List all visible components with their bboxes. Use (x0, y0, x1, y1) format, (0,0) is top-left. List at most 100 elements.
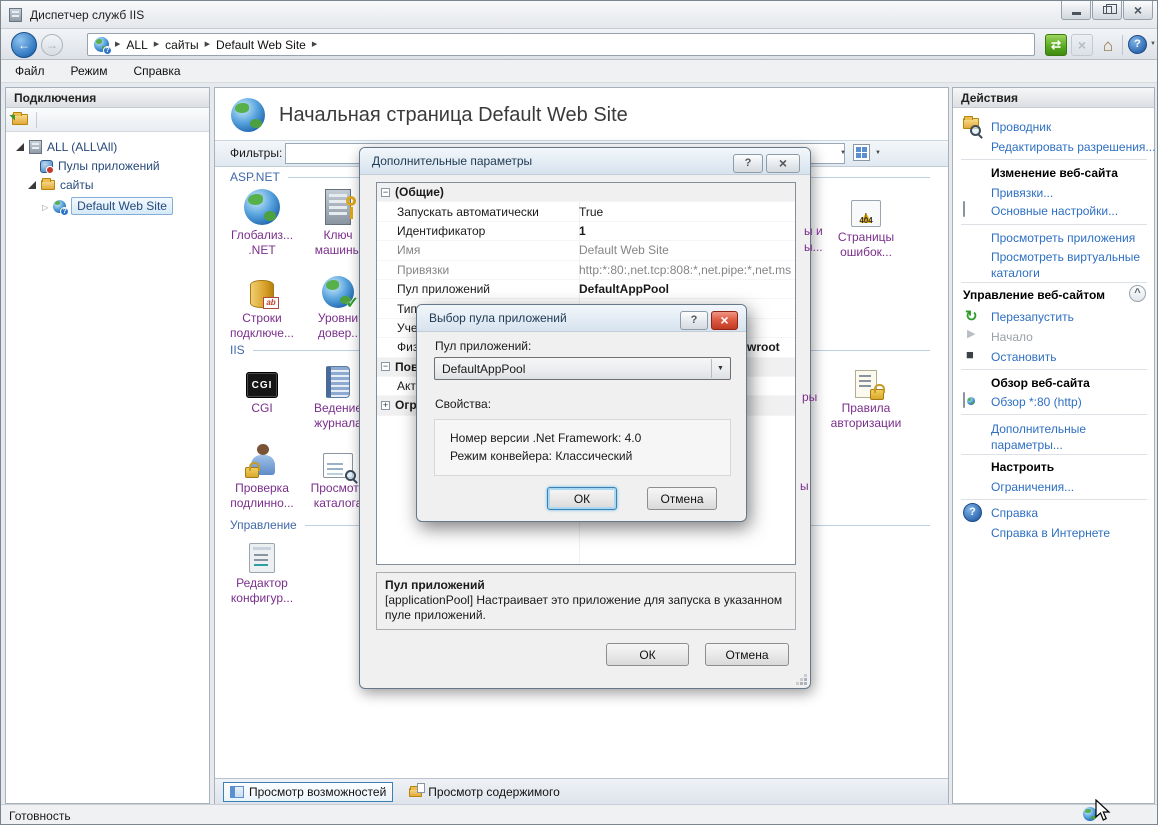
pool-ok-button[interactable]: ОК (547, 487, 617, 510)
help-dropdown-icon[interactable] (1150, 41, 1156, 47)
group-view-icon[interactable] (853, 144, 870, 161)
help-action-icon (963, 503, 982, 522)
maximize-icon (1102, 4, 1117, 14)
action-bindings[interactable]: Привязки... (991, 186, 1053, 200)
breadcrumb-default-web-site[interactable]: Default Web Site (216, 38, 306, 52)
breadcrumb-sites[interactable]: сайты (165, 38, 199, 52)
grid-row-selected[interactable]: Пул приложений DefaultAppPool (377, 280, 795, 300)
action-advanced-settings[interactable]: Дополнительные параметры... (991, 421, 1121, 453)
iis-manager-window: Диспетчер служб IIS ← → ? ALL сайты Defa… (0, 0, 1158, 825)
site-globe-icon: ? (53, 199, 70, 216)
action-limits[interactable]: Ограничения... (991, 480, 1074, 494)
action-browse-80[interactable]: Обзор *:80 (http) (991, 395, 1082, 409)
close-button[interactable] (1123, 1, 1153, 20)
action-basic-settings[interactable]: Основные настройки... (991, 204, 1118, 218)
advanced-ok-button[interactable]: ОК (606, 643, 689, 666)
feature-cgi[interactable]: CGI CGI (224, 356, 300, 416)
tab-content-view[interactable]: Просмотр содержимого (403, 782, 565, 801)
lock-icon (870, 384, 885, 400)
cgi-icon: CGI (246, 372, 278, 398)
chevron-up-icon (1134, 288, 1140, 299)
pool-dialog-close-button[interactable] (711, 311, 738, 330)
advanced-cancel-button[interactable]: Отмена (705, 643, 789, 666)
tree-item-label[interactable]: сайты (60, 178, 94, 192)
action-manage-site-header: Управление веб-сайтом (963, 288, 1106, 302)
stop-nav-button[interactable] (1071, 34, 1093, 56)
title-bar[interactable]: Диспетчер служб IIS (1, 1, 1157, 29)
save-connections-icon[interactable] (9, 109, 28, 125)
tree-item-label[interactable]: ALL (ALL\All) (47, 140, 117, 154)
collapse-section-button[interactable] (1129, 285, 1146, 302)
feature-connection-strings[interactable]: ab Строки подключе... (224, 266, 300, 341)
close-icon (779, 156, 787, 171)
grid-row-readonly: Привязки http:*:80:,net.tcp:808:*,net.pip… (377, 261, 795, 280)
action-help-online[interactable]: Справка в Интернете (991, 526, 1110, 540)
action-view-applications[interactable]: Просмотреть приложения (991, 231, 1135, 245)
feature-globalization[interactable]: Глобализ... .NET (224, 183, 300, 258)
tree-item-app-pools[interactable]: Пулы приложений (40, 159, 160, 174)
tree-item-default-web-site[interactable]: ? Default Web Site (42, 197, 173, 216)
tree-item-server[interactable]: ALL (ALL\All) (16, 140, 117, 154)
breadcrumb-all[interactable]: ALL (126, 38, 147, 52)
tree-item-sites[interactable]: сайты (28, 178, 94, 192)
collapse-box-icon[interactable] (381, 362, 390, 372)
pool-cancel-button[interactable]: Отмена (647, 487, 717, 510)
expanded-triangle-icon[interactable] (16, 143, 24, 151)
breadcrumb-bar[interactable]: ? ALL сайты Default Web Site (87, 33, 1035, 56)
connections-header: Подключения (6, 88, 209, 108)
action-restart[interactable]: Перезапустить (991, 310, 1074, 324)
menu-file[interactable]: Файл (15, 64, 45, 78)
action-help[interactable]: Справка (991, 506, 1038, 520)
app-pool-combobox[interactable]: DefaultAppPool (434, 357, 731, 380)
expanded-triangle-icon[interactable] (28, 181, 36, 189)
pool-dialog-help-button[interactable] (680, 311, 708, 330)
dialog-help-button[interactable] (733, 154, 763, 173)
menu-help[interactable]: Справка (134, 64, 181, 78)
machine-key-icon (325, 189, 356, 225)
maximize-button[interactable] (1092, 1, 1122, 20)
refresh-icon (1051, 39, 1061, 51)
collapsed-triangle-icon[interactable] (42, 200, 48, 212)
action-stop[interactable]: Остановить (991, 350, 1057, 364)
action-explorer[interactable]: Проводник (991, 120, 1051, 134)
view-dropdown-icon[interactable] (875, 150, 881, 156)
pool-properties-box: Номер версии .Net Framework: 4.0 Режим к… (434, 419, 731, 476)
section-aspnet-label: ASP.NET (230, 170, 280, 184)
expand-box-icon[interactable] (381, 400, 390, 410)
action-configure-header: Настроить (991, 460, 1055, 474)
home-button[interactable] (1097, 34, 1119, 56)
menu-view[interactable]: Режим (71, 64, 108, 78)
close-icon (720, 313, 728, 328)
dialog-close-button[interactable] (766, 154, 800, 173)
tree-item-label-selected[interactable]: Default Web Site (71, 197, 173, 215)
action-view-virtual-dirs[interactable]: Просмотреть виртуальные каталоги (991, 249, 1141, 281)
magnifier-icon (345, 470, 356, 481)
back-button[interactable]: ← (11, 32, 37, 58)
hidden-label-fragment: ы... (804, 240, 823, 254)
combobox-dropdown-button[interactable] (711, 359, 729, 378)
action-edit-permissions[interactable]: Редактировать разрешения... (991, 140, 1155, 154)
tree-item-label[interactable]: Пулы приложений (58, 159, 160, 173)
minimize-button[interactable] (1061, 1, 1091, 20)
resize-grip[interactable] (804, 682, 807, 685)
globalization-globe-icon (244, 189, 280, 225)
grid-section-general[interactable]: (Общие) (377, 183, 795, 203)
framework-version-text: Номер версии .Net Framework: 4.0 (450, 431, 642, 445)
grid-row[interactable]: Идентификатор 1 (377, 222, 795, 242)
collapse-box-icon[interactable] (381, 187, 390, 197)
tab-features-view[interactable]: Просмотр возможностей (223, 781, 394, 802)
help-button[interactable] (1128, 35, 1147, 54)
feature-authorization-rules[interactable]: Правила авторизации (820, 356, 912, 431)
forward-button[interactable]: → (41, 34, 63, 56)
grid-row[interactable]: Запускать автоматически True (377, 202, 795, 222)
feature-error-pages[interactable]: 404 Страницыошибок... (820, 185, 912, 260)
refresh-button[interactable] (1045, 34, 1067, 56)
feature-authentication[interactable]: Проверка подлинно... (224, 436, 300, 511)
rules-list-icon (855, 370, 885, 400)
browse-site-icon (963, 392, 979, 409)
page-title: Начальная страница Default Web Site (279, 104, 628, 126)
close-icon (1134, 3, 1142, 17)
folder-icon (41, 178, 55, 190)
filter-dropdown-icon[interactable] (840, 150, 846, 156)
feature-config-editor[interactable]: Редактор конфигур... (224, 531, 300, 606)
